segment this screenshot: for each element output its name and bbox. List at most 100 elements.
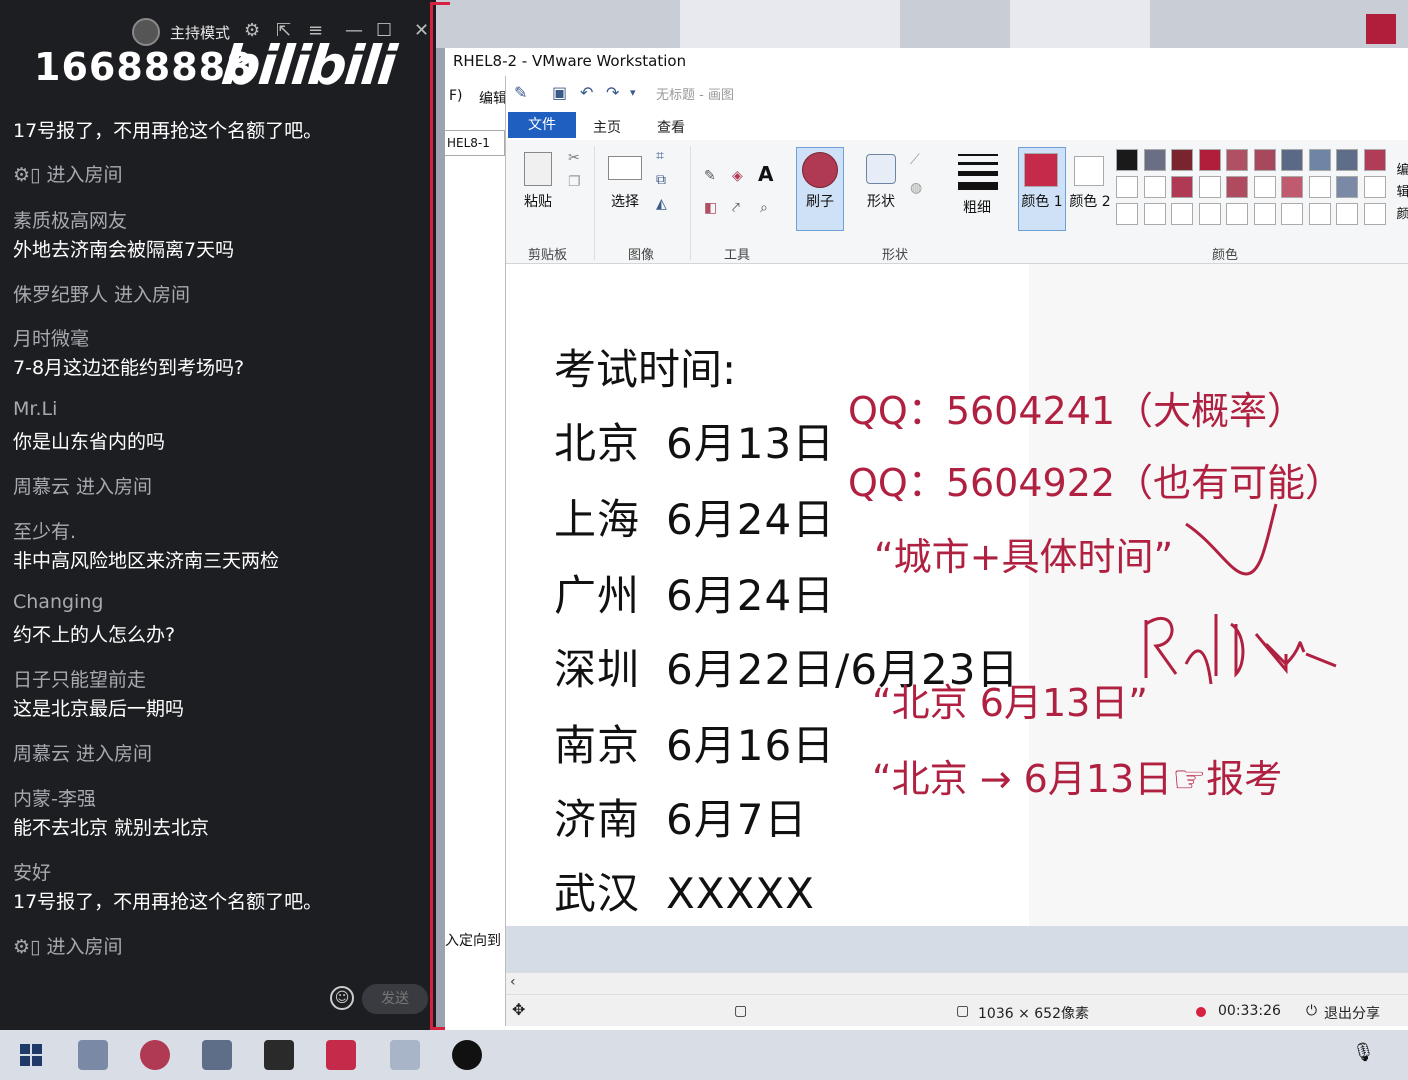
host-mode-label[interactable]: 主持模式 bbox=[170, 22, 230, 43]
customize-icon[interactable]: ▾ bbox=[630, 86, 636, 99]
palette-swatch[interactable] bbox=[1143, 176, 1166, 198]
microphone-icon[interactable]: 🎙 bbox=[1352, 1042, 1375, 1063]
magnifier-icon[interactable]: ⌕ bbox=[760, 198, 768, 218]
palette-swatch[interactable] bbox=[1198, 176, 1221, 198]
windows-start-icon[interactable] bbox=[20, 1044, 42, 1066]
schedule-city: 南京 bbox=[554, 721, 641, 770]
palette-swatch[interactable] bbox=[1143, 149, 1166, 171]
color1-button[interactable]: 颜色 1 bbox=[1020, 192, 1064, 212]
color1-swatch[interactable] bbox=[1024, 153, 1058, 187]
tab-view[interactable]: 查看 bbox=[657, 117, 685, 137]
menu-item-file[interactable]: F) bbox=[449, 88, 463, 104]
rotate-icon[interactable]: ◭ bbox=[656, 194, 667, 214]
fill-icon[interactable]: ◈ bbox=[732, 166, 743, 186]
chat-username[interactable]: 内蒙-李强 bbox=[13, 784, 96, 811]
palette-swatch-empty[interactable] bbox=[1171, 203, 1193, 225]
copy-icon[interactable]: ❐ bbox=[568, 172, 581, 192]
exit-share-button[interactable]: 退出分享 bbox=[1324, 1003, 1380, 1023]
palette-swatch-empty[interactable] bbox=[1308, 203, 1331, 225]
palette-swatch-empty[interactable] bbox=[1116, 203, 1138, 225]
scroll-left-icon[interactable]: ‹ bbox=[510, 974, 516, 990]
paint-app-icon[interactable]: ✎ bbox=[514, 83, 527, 102]
palette-swatch[interactable] bbox=[1226, 149, 1248, 171]
palette-swatch[interactable] bbox=[1308, 176, 1331, 198]
palette-swatch[interactable] bbox=[1116, 176, 1138, 198]
palette-swatch-empty[interactable] bbox=[1253, 203, 1276, 225]
file-explorer-icon[interactable] bbox=[78, 1040, 108, 1070]
send-button[interactable]: 发送 bbox=[362, 984, 428, 1014]
emoji-button[interactable]: ☺ bbox=[330, 986, 354, 1010]
select-icon[interactable] bbox=[608, 156, 642, 180]
palette-swatch[interactable] bbox=[1336, 176, 1358, 198]
color2-button[interactable]: 颜色 2 bbox=[1068, 192, 1112, 212]
palette-swatch-empty[interactable] bbox=[1226, 203, 1248, 225]
outline-icon[interactable]: ⟋ bbox=[910, 150, 920, 170]
chat-username[interactable]: 安好 bbox=[13, 858, 51, 885]
size-button[interactable]: 粗细 bbox=[960, 198, 994, 218]
drawing-canvas[interactable]: 考试时间: 北京 6月13日 上海 6月24日 广州 6月24日 深圳 6月22日/6月… bbox=[506, 264, 1029, 926]
select-button[interactable]: 选择 bbox=[610, 192, 640, 212]
chat-username[interactable]: Mr.Li bbox=[13, 398, 57, 420]
brush-icon[interactable] bbox=[802, 152, 838, 188]
palette-swatch-empty[interactable] bbox=[1363, 203, 1386, 225]
browser-icon[interactable] bbox=[140, 1040, 170, 1070]
undo-icon[interactable]: ↶ bbox=[580, 83, 593, 102]
palette-swatch-empty[interactable] bbox=[1198, 203, 1221, 225]
palette-swatch[interactable] bbox=[1116, 149, 1138, 171]
chat-username[interactable]: 素质极高网友 bbox=[13, 206, 127, 233]
shapes-icon[interactable] bbox=[866, 154, 896, 184]
group-tools: 工具 bbox=[724, 248, 751, 263]
resize-icon[interactable]: ⧉ bbox=[656, 170, 666, 190]
palette-swatch[interactable] bbox=[1308, 149, 1331, 171]
menu-item-edit[interactable]: 编辑 bbox=[479, 88, 507, 108]
chat-username[interactable]: Changing bbox=[13, 591, 103, 613]
palette-swatch[interactable] bbox=[1198, 149, 1221, 171]
palette-swatch[interactable] bbox=[1171, 176, 1193, 198]
media-app-icon[interactable] bbox=[264, 1040, 294, 1070]
live-app-icon[interactable] bbox=[326, 1040, 356, 1070]
save-icon[interactable]: ▣ bbox=[552, 83, 567, 102]
fill-style-icon[interactable]: ◍ bbox=[910, 178, 922, 198]
shapes-button[interactable]: 形状 bbox=[864, 192, 898, 212]
palette-swatch[interactable] bbox=[1281, 176, 1303, 198]
palette-swatch-empty[interactable] bbox=[1281, 203, 1303, 225]
tab-vm[interactable]: HEL8-1 bbox=[445, 130, 505, 156]
close-icon[interactable]: ✕ bbox=[414, 20, 429, 41]
palette-swatch-empty[interactable] bbox=[1143, 203, 1166, 225]
palette-swatch[interactable] bbox=[1363, 176, 1386, 198]
color2-swatch[interactable] bbox=[1074, 156, 1104, 186]
palette-swatch[interactable] bbox=[1226, 176, 1248, 198]
vmware-icon[interactable] bbox=[202, 1040, 232, 1070]
horizontal-scrollbar[interactable]: ‹ bbox=[506, 972, 1408, 994]
eraser-icon[interactable]: ◧ bbox=[704, 198, 717, 218]
desktop-app-icon[interactable] bbox=[1366, 14, 1396, 44]
chat-username[interactable]: 至少有. bbox=[13, 517, 76, 544]
text-icon[interactable]: A bbox=[758, 164, 773, 184]
move-cursor-icon: ✥ bbox=[512, 1000, 526, 1019]
paint-taskbar-icon[interactable] bbox=[390, 1040, 420, 1070]
color-picker-icon[interactable]: ⤤ bbox=[732, 198, 740, 218]
tab-file[interactable]: 文件 bbox=[508, 112, 576, 138]
redo-icon[interactable]: ↷ bbox=[606, 83, 619, 102]
palette-swatch[interactable] bbox=[1281, 149, 1303, 171]
obs-icon[interactable] bbox=[452, 1040, 482, 1070]
size-line bbox=[958, 171, 998, 176]
paste-icon[interactable] bbox=[524, 152, 552, 186]
avatar[interactable] bbox=[132, 18, 160, 46]
chat-username[interactable]: 日子只能望前走 bbox=[13, 665, 146, 692]
paste-button[interactable]: 粘贴 bbox=[516, 192, 560, 212]
power-icon[interactable]: ⏻ bbox=[1306, 1003, 1317, 1019]
pencil-icon[interactable]: ✎ bbox=[704, 166, 716, 186]
crop-icon[interactable]: ⌗ bbox=[656, 146, 664, 166]
brush-button[interactable]: 刷子 bbox=[802, 192, 838, 212]
palette-swatch-empty[interactable] bbox=[1336, 203, 1358, 225]
palette-swatch[interactable] bbox=[1171, 149, 1193, 171]
tab-home[interactable]: 主页 bbox=[593, 117, 621, 137]
palette-swatch[interactable] bbox=[1253, 149, 1276, 171]
palette-swatch[interactable] bbox=[1336, 149, 1358, 171]
edit-colors-button[interactable]: 编辑颜 bbox=[1396, 160, 1408, 226]
palette-swatch[interactable] bbox=[1363, 149, 1386, 171]
chat-username[interactable]: 月时微毫 bbox=[13, 324, 89, 351]
cut-icon[interactable]: ✂ bbox=[568, 148, 580, 168]
palette-swatch[interactable] bbox=[1253, 176, 1276, 198]
